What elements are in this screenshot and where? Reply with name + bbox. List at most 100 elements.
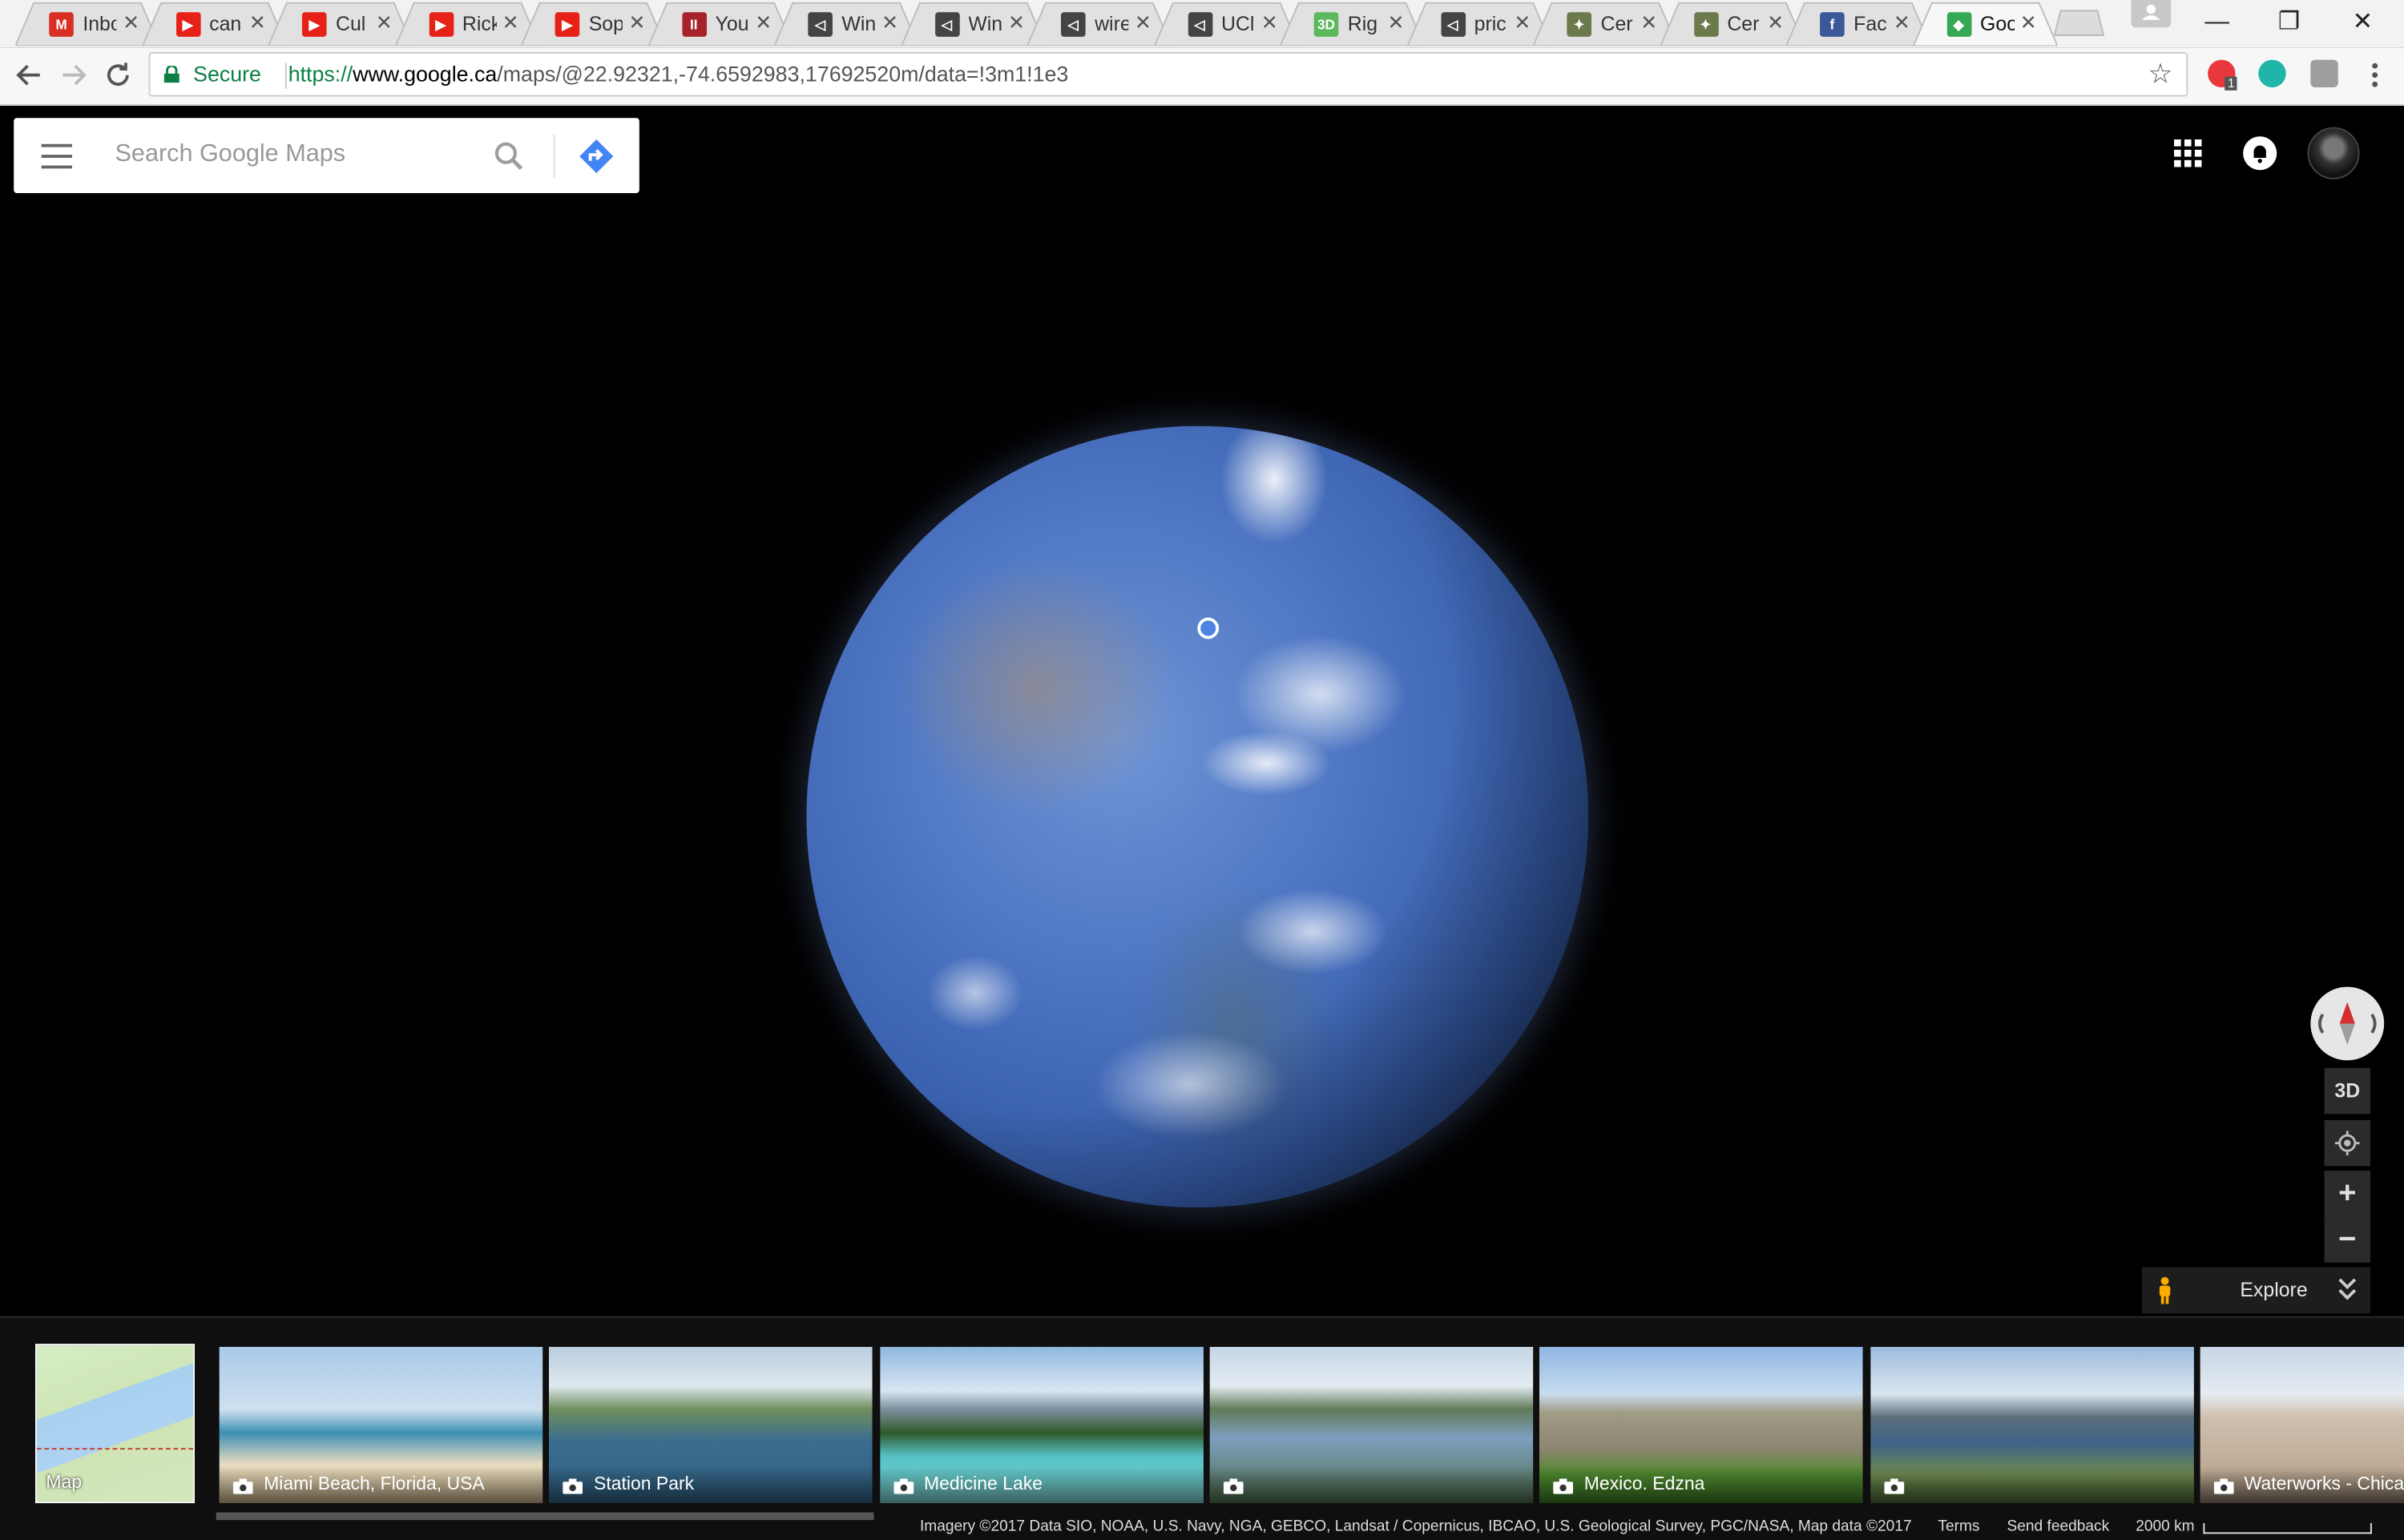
- 3d-toggle-button[interactable]: 3D: [2324, 1067, 2370, 1115]
- address-bar[interactable]: Secure https://www.google.ca/maps/@22.92…: [148, 52, 2188, 97]
- tab-title: Cer: [1727, 12, 1760, 35]
- browser-tab[interactable]: ◁ wire ✕: [1027, 2, 1172, 46]
- extension-red-icon[interactable]: 1: [2208, 59, 2238, 91]
- photo-card[interactable]: Mexico. Edzna: [1539, 1346, 1864, 1504]
- extension-m-icon[interactable]: [2258, 59, 2286, 88]
- tab-close-icon[interactable]: ✕: [755, 10, 772, 35]
- camera-icon: [2213, 1478, 2234, 1494]
- browser-tab[interactable]: f Fac ✕: [1785, 2, 1930, 46]
- browser-tab[interactable]: ✦ Cer ✕: [1533, 2, 1678, 46]
- send-feedback-link[interactable]: Send feedback: [2007, 1518, 2110, 1535]
- unity-icon: ◁: [934, 12, 959, 37]
- back-button[interactable]: [10, 57, 47, 94]
- tab-close-icon[interactable]: ✕: [376, 10, 393, 35]
- menu-icon[interactable]: [41, 143, 72, 169]
- tab-close-icon[interactable]: ✕: [1135, 10, 1152, 35]
- search-icon[interactable]: [492, 139, 526, 173]
- tab-close-icon[interactable]: ✕: [1640, 10, 1657, 35]
- profile-button[interactable]: [2131, 0, 2172, 28]
- map-toggle-label: Map: [46, 1470, 83, 1493]
- browser-tab[interactable]: ◁ pric ✕: [1406, 2, 1551, 46]
- browser-toolbar: Secure https://www.google.ca/maps/@22.92…: [0, 47, 2404, 106]
- tab-close-icon[interactable]: ✕: [881, 10, 898, 35]
- tab-close-icon[interactable]: ✕: [628, 10, 645, 35]
- chrome-menu-button[interactable]: [2357, 57, 2394, 94]
- my-location-marker: [1197, 617, 1220, 639]
- camera-icon: [1553, 1478, 1574, 1494]
- browser-tab[interactable]: II You ✕: [647, 2, 793, 46]
- photo-card[interactable]: [1870, 1346, 2193, 1504]
- tab-title: Win: [841, 12, 876, 35]
- map-view-toggle[interactable]: Map: [35, 1344, 195, 1504]
- tab-close-icon[interactable]: ✕: [1261, 10, 1278, 35]
- photo-card-label: Waterworks - Chicago: [2244, 1472, 2404, 1494]
- compass-control[interactable]: [2310, 986, 2385, 1061]
- explore-bar[interactable]: Explore: [2141, 1267, 2370, 1313]
- tab-close-icon[interactable]: ✕: [123, 10, 139, 35]
- unity-icon: ◁: [808, 12, 833, 37]
- account-avatar[interactable]: [2307, 127, 2360, 179]
- browser-tab[interactable]: ▶ Sop ✕: [521, 2, 666, 46]
- zoom-out-button[interactable]: −: [2324, 1216, 2370, 1263]
- tab-title: Fac: [1853, 12, 1887, 35]
- tab-strip: MInbox✕▶can✕▶Cul✕▶Rick✕▶Sop✕IIYou✕◁Win✕◁…: [0, 0, 2404, 48]
- pegman-icon[interactable]: [2156, 1276, 2174, 1305]
- camera-icon: [232, 1478, 253, 1494]
- photo-card[interactable]: Miami Beach, Florida, USA: [219, 1346, 543, 1504]
- tab-title: You: [715, 12, 749, 35]
- browser-tab[interactable]: ◆ Goo ✕: [1912, 2, 2057, 46]
- bookmark-star-icon[interactable]: ☆: [2148, 58, 2173, 91]
- browser-tab[interactable]: ▶ can ✕: [141, 2, 286, 46]
- zoom-in-button[interactable]: +: [2324, 1171, 2370, 1217]
- directions-icon[interactable]: [578, 138, 615, 175]
- browser-tab[interactable]: ✦ Cer ✕: [1660, 2, 1804, 46]
- tab-close-icon[interactable]: ✕: [1008, 10, 1025, 35]
- browser-tab[interactable]: M Inbox ✕: [15, 2, 159, 46]
- tab-title: Cer: [1600, 12, 1633, 35]
- map-footer: Imagery ©2017 Data SIO, NOAA, U.S. Navy,…: [0, 1518, 2404, 1538]
- photo-card[interactable]: Waterworks - Chicago: [2200, 1346, 2404, 1504]
- tab-title: Cul: [336, 12, 366, 35]
- extension-badge: 1: [2225, 76, 2238, 91]
- tab-close-icon[interactable]: ✕: [1767, 10, 1784, 35]
- browser-tab[interactable]: ▶ Cul ✕: [268, 2, 413, 46]
- globe-shadow: [806, 425, 1589, 1207]
- camera-icon: [893, 1478, 914, 1494]
- new-tab-button[interactable]: [2051, 9, 2107, 36]
- restore-button[interactable]: ❐: [2254, 0, 2325, 46]
- scale-label[interactable]: 2000 km: [2136, 1518, 2194, 1535]
- browser-tab[interactable]: 3D Rig ✕: [1280, 2, 1425, 46]
- scale-bar: [2203, 1522, 2372, 1534]
- minimize-button[interactable]: —: [2182, 0, 2253, 46]
- url-scheme: https://: [288, 61, 353, 87]
- tab-close-icon[interactable]: ✕: [502, 10, 519, 35]
- terms-link[interactable]: Terms: [1938, 1518, 1979, 1535]
- my-location-button[interactable]: [2324, 1119, 2370, 1167]
- browser-tab[interactable]: ◁ Win ✕: [774, 2, 919, 46]
- bird-icon: ✦: [1693, 12, 1718, 37]
- tab-close-icon[interactable]: ✕: [1388, 10, 1405, 35]
- 3d-icon: 3D: [1313, 12, 1339, 37]
- tab-close-icon[interactable]: ✕: [2020, 10, 2037, 35]
- extension-k-icon[interactable]: [2310, 59, 2338, 88]
- kebab-menu-icon: [2372, 62, 2378, 87]
- tab-close-icon[interactable]: ✕: [1514, 10, 1531, 35]
- photo-card[interactable]: Medicine Lake: [879, 1346, 1204, 1504]
- browser-tab[interactable]: ◁ Win ✕: [901, 2, 1045, 46]
- chevron-down-icon[interactable]: [2337, 1273, 2358, 1304]
- photo-card[interactable]: [1209, 1346, 1534, 1504]
- tab-title: Win: [968, 12, 1002, 35]
- browser-tab[interactable]: ▶ Rick ✕: [394, 2, 539, 46]
- reload-button[interactable]: [99, 57, 136, 94]
- close-window-button[interactable]: ✕: [2327, 0, 2398, 46]
- tab-close-icon[interactable]: ✕: [1894, 10, 1910, 35]
- photo-card[interactable]: Station Park: [549, 1346, 873, 1504]
- apps-grid-icon[interactable]: [2172, 138, 2203, 168]
- url-text[interactable]: https://www.google.ca/maps/@22.92321,-74…: [288, 61, 1069, 86]
- forward-button[interactable]: [55, 57, 92, 94]
- tab-close-icon[interactable]: ✕: [249, 10, 266, 35]
- search-input[interactable]: [115, 136, 483, 174]
- photo-card-label: Station Park: [594, 1472, 695, 1494]
- notifications-icon[interactable]: [2243, 136, 2277, 171]
- browser-tab[interactable]: ◁ UCl ✕: [1153, 2, 1298, 46]
